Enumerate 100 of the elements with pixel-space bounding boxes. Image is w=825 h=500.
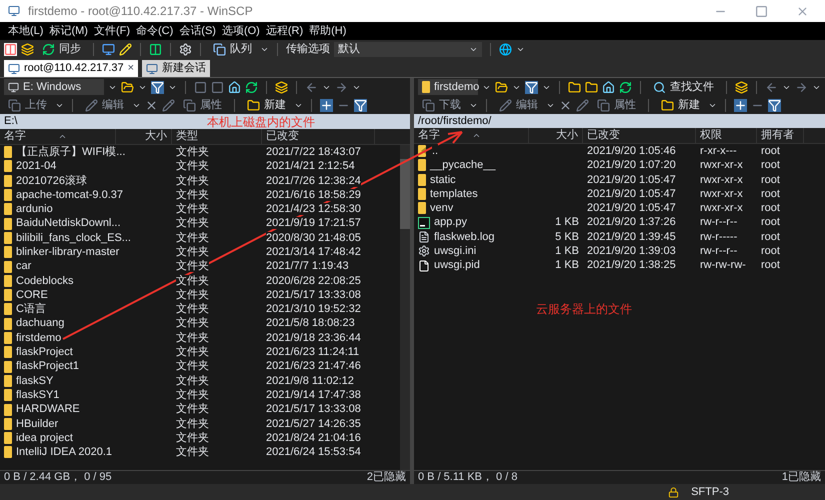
path-bar[interactable]: E:\ 本机上磁盘内的文件 [0,114,410,129]
forward-icon[interactable] [795,80,808,94]
modified-date: 2021/9/20 1:39:03 [587,244,676,257]
transfer-button[interactable]: 下载 [418,97,465,113]
caret-icon[interactable] [260,45,269,54]
folder-icon [4,446,12,458]
annotation-label: 本机上磁盘内的文件 [207,115,315,129]
delete-icon[interactable] [559,98,572,112]
filter-icon[interactable] [151,80,164,94]
new-button[interactable]: 新建 [657,97,704,113]
folder-select[interactable]: firstdemo [418,79,478,95]
sort-icon[interactable] [58,132,67,141]
folder-icon [4,346,12,358]
copy-icon[interactable] [8,98,21,112]
refresh-icon[interactable] [245,80,258,94]
properties-button[interactable]: 属性 [593,97,640,113]
new-button[interactable]: 新建 [243,97,290,113]
path-bar[interactable]: /root/firstdemo/ [414,114,825,128]
queue-icon[interactable] [213,43,226,56]
pencil-icon[interactable] [499,98,512,112]
filter-icon[interactable] [525,80,538,94]
file-owner: root [761,244,780,257]
refresh-icon[interactable] [42,43,55,56]
sync-button[interactable]: 同步 [38,42,85,58]
find-files-button[interactable]: 查找文件 [649,79,718,95]
globe-icon[interactable] [499,43,512,56]
rename-icon[interactable] [162,98,175,112]
modified-date: 2021/9/20 1:05:47 [587,174,676,186]
file-type: 文件夹 [176,217,209,230]
plus-icon[interactable] [734,98,747,112]
menu-item[interactable]: 帮助(H) [309,22,346,40]
column-header: 已改变 [266,128,299,144]
folder-icon [4,246,12,258]
menu-item[interactable]: 选项(O) [222,22,260,40]
queue-button[interactable]: 队列 [209,42,256,58]
maximize-icon[interactable] [755,4,768,18]
back-icon[interactable] [305,80,318,94]
edit-button[interactable]: 编辑 [495,97,542,113]
home-icon[interactable] [228,80,241,94]
caret-icon[interactable] [516,45,525,54]
scrollbar[interactable] [400,145,410,470]
filter-icon[interactable] [354,98,367,112]
menu-item[interactable]: 文件(F) [94,22,130,40]
refresh-icon[interactable] [619,80,632,94]
sort-icon[interactable] [472,131,481,140]
menu-item[interactable]: 命令(C) [136,22,174,40]
transfer-button[interactable]: 上传 [4,97,51,113]
modified-date: 2020/8/30 21:48:05 [266,232,361,244]
menu-item[interactable]: 本地(L) [8,22,44,40]
file-type: 文件夹 [176,146,209,158]
folder-icon[interactable] [247,98,260,112]
file-type: 文件夹 [176,260,209,272]
transfer-select[interactable]: 默认 [334,42,482,57]
folder-icon [4,404,12,416]
rename-icon[interactable] [576,98,589,112]
folder-icon [4,318,12,330]
session-tab[interactable]: root@110.42.217.37 × [4,60,138,77]
drive-select[interactable]: E: Windows [4,79,104,95]
caret-icon[interactable] [469,45,478,54]
edit-button[interactable]: 编辑 [81,97,128,113]
back-icon[interactable] [765,80,778,94]
modified-date: 2021/7/7 1:19:43 [266,260,349,272]
folder-icon [418,202,426,214]
menu-item[interactable]: 标记(M) [49,22,88,40]
folder-icon [4,189,12,202]
tab-close[interactable]: × [128,60,134,77]
folder-icon [4,160,12,172]
menu-item[interactable]: 远程(R) [266,22,304,40]
open-folder-icon[interactable] [121,80,134,94]
permissions: rwxr-xr-x [700,174,743,186]
delete-icon[interactable] [145,98,158,112]
folder-icon [418,188,426,200]
file-type: 文件夹 [176,288,209,301]
filter-icon[interactable] [768,98,781,112]
home-icon[interactable] [602,80,615,94]
open-folder-icon[interactable] [495,80,508,94]
file-type: 文件夹 [176,188,209,201]
search-icon[interactable] [653,80,666,94]
session-tab[interactable]: 新建会话 [142,60,210,77]
file-type: 文件夹 [176,317,209,330]
folder-icon [4,203,12,216]
file-size: 1 KB [555,215,579,230]
modified-date: 2021/9/20 1:05:47 [587,188,676,200]
modified-date: 2021/9/14 17:47:38 [266,388,361,401]
file-type: 文件夹 [176,446,209,458]
properties-button[interactable]: 属性 [179,97,226,113]
folder-icon [4,232,12,244]
modified-date: 2021/9/20 1:38:25 [587,259,676,272]
console-icon[interactable] [102,43,115,56]
menu-item[interactable]: 会话(S) [179,22,216,40]
folder-icon [4,146,12,158]
selection-status: 0 B / 2.44 GB， 0 / 95 [4,470,112,486]
pencil-icon[interactable] [85,98,98,112]
copy-icon[interactable] [422,98,435,112]
plus-icon[interactable] [320,98,333,112]
folder-icon[interactable] [661,98,674,112]
settings-icon[interactable] [179,43,192,56]
file-type: 文件夹 [176,360,209,372]
close-icon[interactable] [796,4,809,18]
forward-icon[interactable] [335,80,348,94]
